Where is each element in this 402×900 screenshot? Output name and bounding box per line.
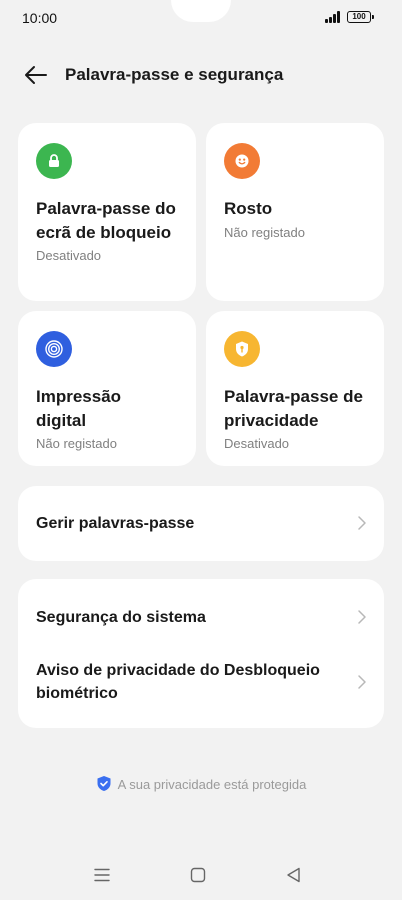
tile-title: Rosto — [224, 199, 273, 218]
shield-icon — [96, 775, 112, 795]
status-bar: 10:00 100 — [0, 0, 402, 36]
face-icon — [224, 143, 260, 179]
tile-status: Não registado — [36, 436, 117, 451]
chevron-right-icon — [358, 610, 366, 624]
lock-icon — [36, 143, 72, 179]
tile-fingerprint[interactable]: Impressão digital Não registado — [18, 311, 196, 466]
biometric-privacy-notice-row[interactable]: Aviso de privacidade do Desbloqueio biom… — [18, 655, 384, 728]
fingerprint-icon — [36, 331, 72, 367]
signal-icon — [325, 11, 343, 23]
row-label: Segurança do sistema — [36, 609, 206, 626]
privacy-note[interactable]: A sua privacidade está protegida — [0, 775, 402, 795]
chevron-right-icon — [358, 675, 366, 689]
tile-privacy-password[interactable]: Palavra-passe de privacidade Desativado — [206, 311, 384, 466]
page-title: Palavra-passe e segurança — [65, 65, 284, 84]
system-security-row[interactable]: Segurança do sistema — [18, 579, 384, 655]
tile-lock-screen-password[interactable]: Palavra-passe do ecrã de bloqueio Desati… — [18, 123, 196, 301]
row-label: Aviso de privacidade do Desbloqueio biom… — [36, 662, 320, 702]
header: Palavra-passe e segurança — [0, 56, 402, 94]
tile-status: Desativado — [224, 436, 290, 451]
tile-face[interactable]: Rosto Não registado — [206, 123, 384, 301]
privacy-text: A sua privacidade está protegida — [117, 777, 307, 792]
tile-status: Desativado — [36, 248, 102, 263]
privacy-key-icon — [224, 331, 260, 367]
home-icon[interactable] — [189, 866, 207, 884]
back-arrow-icon[interactable] — [22, 62, 48, 88]
manage-passwords-card: Gerir palavras-passe — [18, 486, 384, 561]
chevron-right-icon — [358, 516, 366, 530]
back-triangle-icon[interactable] — [285, 866, 303, 884]
tile-status: Não registado — [224, 224, 305, 240]
tile-title: Palavra-passe de privacidade — [224, 387, 363, 430]
tile-title: Palavra-passe do ecrã de bloqueio — [36, 199, 176, 242]
navigation-bar — [0, 860, 402, 890]
status-time: 10:00 — [22, 10, 58, 26]
battery-icon: 100 — [347, 11, 374, 23]
manage-passwords-row[interactable]: Gerir palavras-passe — [18, 486, 384, 561]
tile-title: Impressão digital — [36, 387, 122, 430]
menu-icon[interactable] — [93, 866, 111, 884]
camera-notch — [171, 0, 231, 22]
row-label: Gerir palavras-passe — [36, 515, 195, 532]
security-card: Segurança do sistema Aviso de privacidad… — [18, 579, 384, 728]
